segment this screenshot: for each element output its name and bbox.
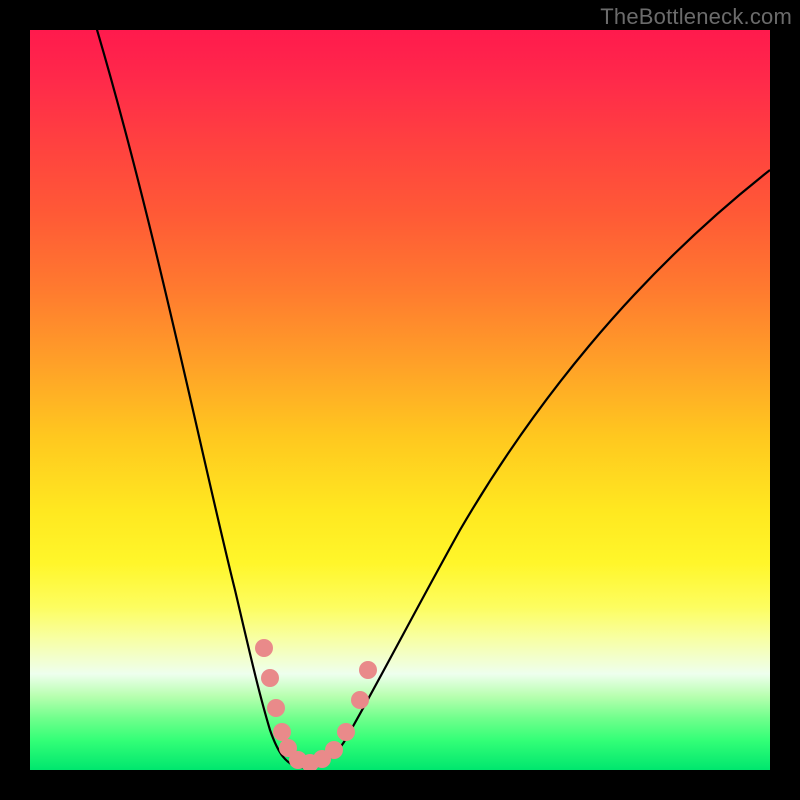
watermark-label: TheBottleneck.com — [600, 4, 792, 30]
marker-dots — [255, 639, 377, 770]
bottleneck-curve-line — [85, 30, 770, 767]
bottleneck-plot — [30, 30, 770, 770]
chart-area — [30, 30, 770, 770]
